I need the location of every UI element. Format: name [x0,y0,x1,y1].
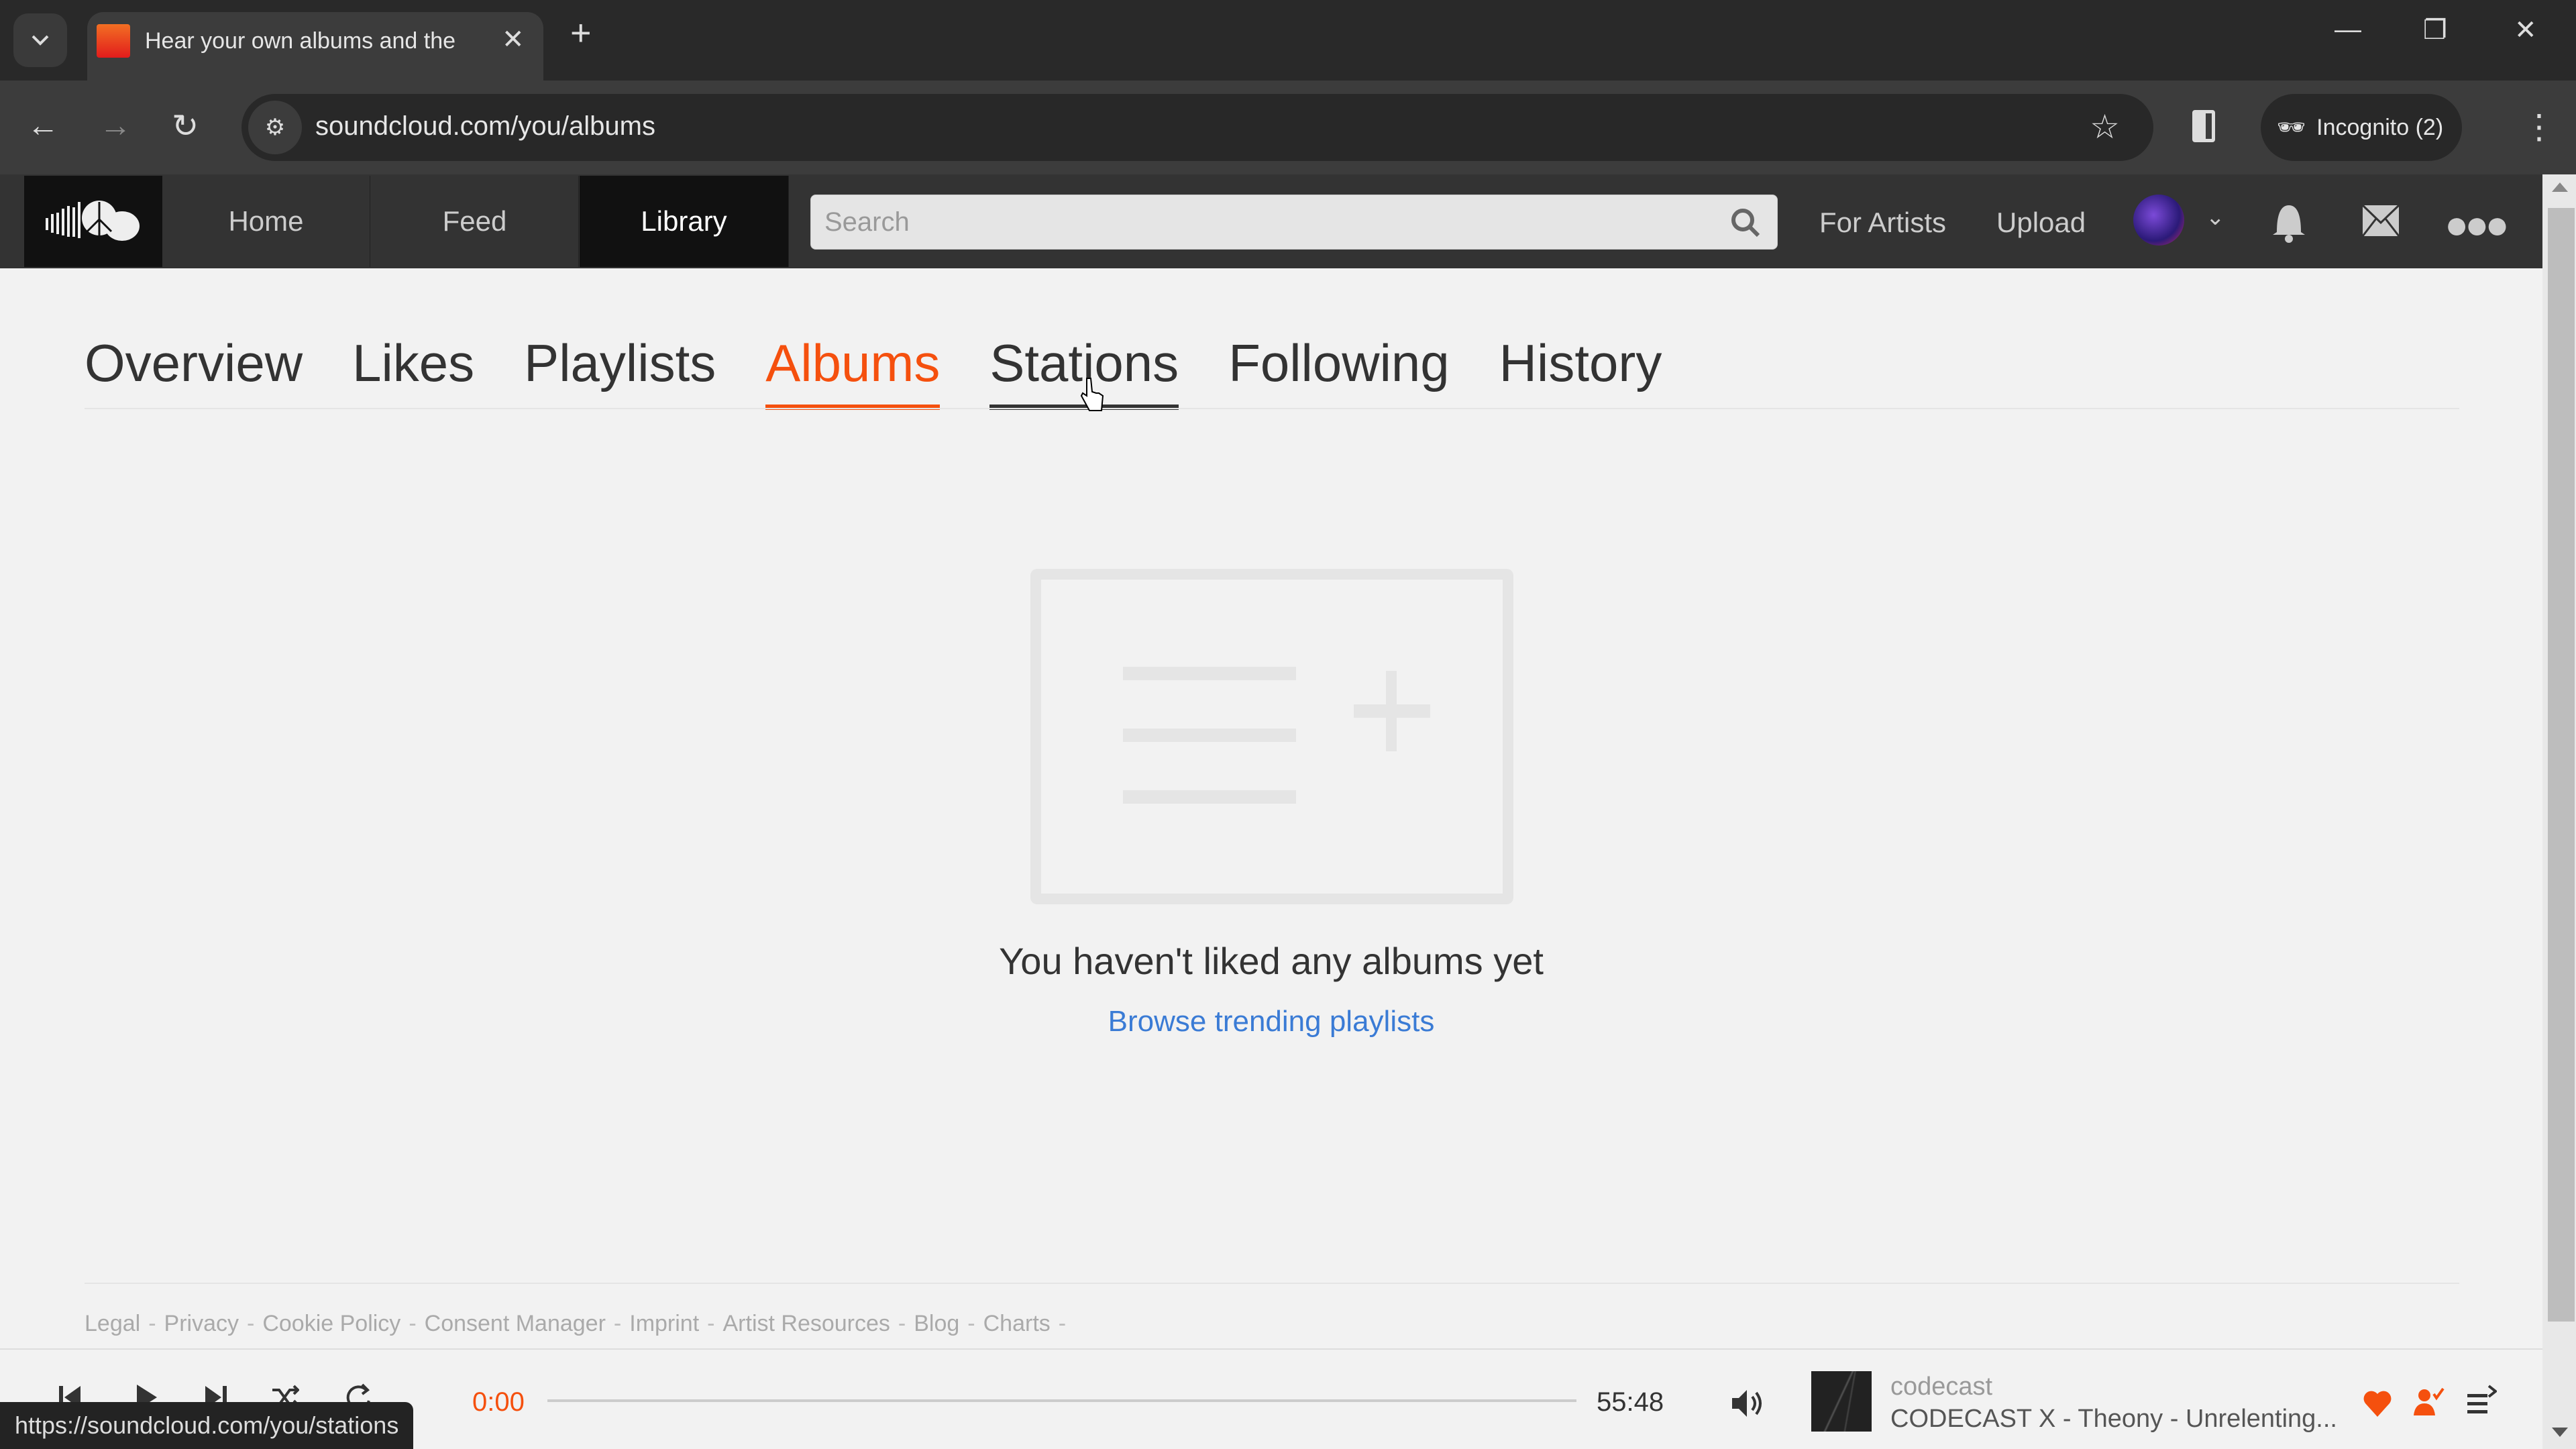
search-box [810,195,1778,250]
footer-link[interactable]: Artist Resources [723,1311,890,1337]
browse-link-text[interactable]: Browse trending playlists [1108,1005,1435,1038]
back-button[interactable]: ← [27,107,59,144]
heart-icon[interactable] [2361,1389,2394,1418]
link-preview-status: https://soundcloud.com/you/stations [0,1402,414,1449]
scroll-down-arrow-icon[interactable] [2552,1428,2568,1437]
footer-separator: - [707,1311,715,1336]
tab-playlists[interactable]: Playlists [524,333,716,409]
scroll-thumb[interactable] [2548,208,2575,1322]
browser-tab-bar: Hear your own albums and the ✕ + — ❐ ✕ [0,0,2576,80]
page-scrollbar[interactable] [2542,174,2576,1449]
current-time: 0:00 [472,1387,525,1417]
soundcloud-logo[interactable] [24,176,162,267]
avatar[interactable] [2133,195,2184,246]
upload-link[interactable]: Upload [1996,207,2086,239]
footer-link[interactable]: Legal [85,1311,140,1337]
incognito-icon: 🕶 [2277,115,2306,140]
footer-separator: - [1058,1311,1067,1336]
url-text[interactable]: soundcloud.com/you/albums [315,111,655,142]
search-input[interactable] [811,195,1777,249]
chevron-down-icon[interactable]: ⌄ [2206,204,2225,231]
footer-link[interactable]: Blog [914,1311,959,1337]
scroll-up-arrow-icon[interactable] [2552,182,2568,192]
restore-button[interactable]: ❐ [2423,15,2447,46]
library-content: Overview Likes Playlists Albums Stations… [0,268,2542,1348]
library-tabs: Overview Likes Playlists Albums Stations… [85,333,1662,410]
track-artist[interactable]: codecast [1890,1373,1992,1401]
soundcloud-peace-logo-icon [46,201,140,241]
tab-overview[interactable]: Overview [85,333,303,409]
reload-button[interactable]: ↻ [172,107,199,145]
browse-trending-playlists-link: Browse trending playlists [0,1005,2542,1038]
queue-icon[interactable] [2466,1383,2497,1418]
footer-link[interactable]: Consent Manager [425,1311,606,1337]
footer-separator: - [247,1311,255,1336]
tab-likes[interactable]: Likes [352,333,474,409]
footer-separator: - [967,1311,975,1336]
for-artists-link[interactable]: For Artists [1819,207,1946,239]
empty-playlist-illustration-icon [1030,569,1513,904]
tab-title: Hear your own albums and the [145,28,456,54]
footer-divider [85,1283,2459,1284]
footer-link[interactable]: Imprint [629,1311,699,1337]
soundcloud-header: Home Feed Library For Artists Upload ⌄ ●… [0,174,2542,268]
footer-separator: - [148,1311,156,1336]
footer-link[interactable]: Privacy [164,1311,239,1337]
footer-links: Legal - Privacy - Cookie Policy - Consent Mana… [85,1311,1066,1337]
track-title[interactable]: CODECAST X - Theony - Unrelenting... [1890,1405,2337,1434]
browser-menu-icon[interactable]: ⋮ [2522,107,2556,146]
soundcloud-favicon-icon [97,24,130,58]
more-options-icon[interactable]: ●●● [2445,201,2510,248]
mail-icon[interactable] [2361,204,2400,237]
minimize-button[interactable]: — [2334,15,2361,45]
address-bar[interactable]: ⚙ soundcloud.com/you/albums ☆ [241,94,2153,161]
side-panel-icon[interactable] [2192,110,2215,142]
bell-icon[interactable] [2270,200,2308,244]
nav-library[interactable]: Library [580,176,789,267]
progress-bar[interactable] [547,1399,1576,1402]
site-info-icon[interactable]: ⚙ [248,101,302,154]
tab-close-icon[interactable]: ✕ [502,24,525,55]
new-tab-button[interactable]: + [570,15,592,51]
tabs-divider [85,408,2459,409]
incognito-profile-button[interactable]: 🕶 Incognito (2) [2261,94,2462,161]
empty-state-message: You haven't liked any albums yet [999,940,1544,982]
bookmark-star-icon[interactable]: ☆ [2090,107,2120,146]
track-artwork[interactable] [1811,1371,1872,1432]
incognito-label: Incognito (2) [2316,114,2444,140]
footer-separator: - [898,1311,906,1336]
window-close-button[interactable]: ✕ [2514,15,2537,46]
footer-link[interactable]: Cookie Policy [262,1311,400,1337]
footer-separator: - [409,1311,417,1336]
tab-albums[interactable]: Albums [765,333,941,410]
tab-following[interactable]: Following [1228,333,1449,409]
total-time: 55:48 [1597,1387,1664,1417]
search-icon[interactable] [1729,206,1762,239]
tab-history[interactable]: History [1499,333,1662,409]
following-user-icon[interactable] [2411,1385,2445,1418]
chevron-down-icon [32,35,49,46]
hand-cursor-icon [1080,378,1104,411]
browser-toolbar: ← → ↻ ⚙ soundcloud.com/you/albums ☆ 🕶 In… [0,80,2576,174]
forward-button[interactable]: → [99,107,131,144]
nav-feed[interactable]: Feed [371,176,579,267]
footer-link[interactable]: Charts [983,1311,1051,1337]
nav-home[interactable]: Home [162,176,370,267]
browser-tab[interactable]: Hear your own albums and the ✕ [87,12,543,80]
footer-separator: - [613,1311,622,1336]
volume-icon[interactable] [1728,1385,1766,1422]
tab-search-button[interactable] [13,13,67,67]
